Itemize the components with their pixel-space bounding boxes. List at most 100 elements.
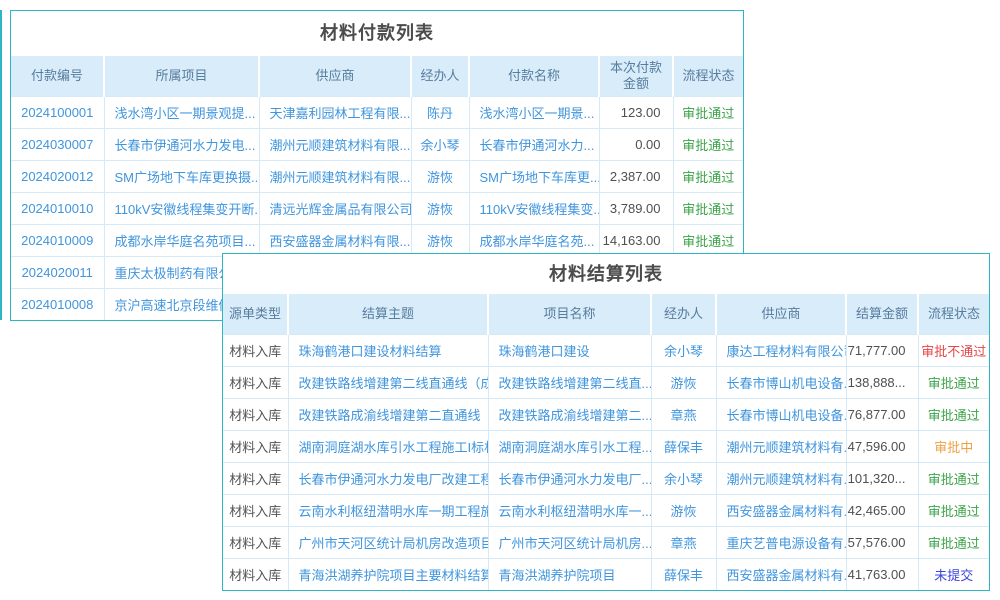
handler-cell[interactable]: 游恢 <box>411 224 469 256</box>
handler-cell[interactable]: 游恢 <box>651 366 716 398</box>
column-header-subject: 结算主题 <box>288 294 488 334</box>
status-cell: 审批通过 <box>673 224 743 256</box>
project-name-cell[interactable]: 长春市伊通河水力发电厂... <box>488 462 651 494</box>
project-name-cell[interactable]: 广州市天河区统计局机房... <box>488 526 651 558</box>
subject-cell[interactable]: 长春市伊通河水力发电厂改建工程... <box>288 462 488 494</box>
table-row: 材料入库 改建铁路成渝线增建第二直通线（... 改建铁路成渝线增建第二... 章… <box>223 398 989 430</box>
amount-cell: 71,777.00 <box>846 334 918 366</box>
payment-name-cell[interactable]: SM广场地下车库更... <box>469 160 599 192</box>
handler-cell[interactable]: 余小琴 <box>651 462 716 494</box>
project-cell[interactable]: 成都水岸华庭名苑项目... <box>104 224 259 256</box>
column-header-supplier: 供应商 <box>259 56 411 96</box>
supplier-cell[interactable]: 天津嘉利园林工程有限... <box>259 96 411 128</box>
amount-cell: 41,763.00 <box>846 558 918 590</box>
payment-id-cell[interactable]: 2024010010 <box>11 192 104 224</box>
handler-cell[interactable]: 余小琴 <box>651 334 716 366</box>
handler-cell[interactable]: 游恢 <box>651 494 716 526</box>
project-name-cell[interactable]: 改建铁路成渝线增建第二... <box>488 398 651 430</box>
subject-cell[interactable]: 云南水利枢纽潜明水库一期工程施... <box>288 494 488 526</box>
supplier-cell[interactable]: 长春市博山机电设备... <box>716 398 846 430</box>
handler-cell[interactable]: 余小琴 <box>411 128 469 160</box>
source-type-cell: 材料入库 <box>223 494 288 526</box>
source-type-cell: 材料入库 <box>223 366 288 398</box>
subject-cell[interactable]: 广州市天河区统计局机房改造项目... <box>288 526 488 558</box>
settlement-header-row: 源单类型 结算主题 项目名称 经办人 供应商 结算金额 流程状态 <box>223 294 989 334</box>
supplier-cell[interactable]: 西安盛器金属材料有限... <box>259 224 411 256</box>
payment-id-cell[interactable]: 2024100001 <box>11 96 104 128</box>
table-row: 材料入库 改建铁路线增建第二线直通线（成... 改建铁路线增建第二线直... 游… <box>223 366 989 398</box>
table-row: 材料入库 青海洪湖养护院项目主要材料结算 青海洪湖养护院项目 薛保丰 西安盛器金… <box>223 558 989 590</box>
background-table-edge <box>0 10 2 320</box>
subject-cell[interactable]: 青海洪湖养护院项目主要材料结算 <box>288 558 488 590</box>
payment-id-cell[interactable]: 2024020011 <box>11 256 104 288</box>
handler-cell[interactable]: 游恢 <box>411 160 469 192</box>
supplier-cell[interactable]: 重庆艺普电源设备有... <box>716 526 846 558</box>
table-row: 2024020012 SM广场地下车库更换摄... 潮州元顺建筑材料有限... … <box>11 160 743 192</box>
project-cell[interactable]: 浅水湾小区一期景观提... <box>104 96 259 128</box>
subject-cell[interactable]: 改建铁路成渝线增建第二直通线（... <box>288 398 488 430</box>
settlement-table: 源单类型 结算主题 项目名称 经办人 供应商 结算金额 流程状态 材料入库 珠海… <box>223 294 989 590</box>
handler-cell[interactable]: 陈丹 <box>411 96 469 128</box>
amount-cell: 138,888... <box>846 366 918 398</box>
project-name-cell[interactable]: 改建铁路线增建第二线直... <box>488 366 651 398</box>
source-type-cell: 材料入库 <box>223 526 288 558</box>
subject-cell[interactable]: 改建铁路线增建第二线直通线（成... <box>288 366 488 398</box>
subject-cell[interactable]: 珠海鹤港口建设材料结算 <box>288 334 488 366</box>
payment-name-cell[interactable]: 110kV安徽线程集变... <box>469 192 599 224</box>
column-header-status: 流程状态 <box>918 294 989 334</box>
table-row: 材料入库 湖南洞庭湖水库引水工程施工I标材... 湖南洞庭湖水库引水工程... … <box>223 430 989 462</box>
amount-cell: 101,320... <box>846 462 918 494</box>
settlement-list-panel: 材料结算列表 源单类型 结算主题 项目名称 经办人 供应商 结算金额 流程状态 … <box>222 253 990 591</box>
supplier-cell[interactable]: 潮州元顺建筑材料有限... <box>259 160 411 192</box>
supplier-cell[interactable]: 西安盛器金属材料有... <box>716 558 846 590</box>
handler-cell[interactable]: 章燕 <box>651 526 716 558</box>
supplier-cell[interactable]: 潮州元顺建筑材料有... <box>716 462 846 494</box>
supplier-cell[interactable]: 潮州元顺建筑材料有... <box>716 430 846 462</box>
status-cell: 审批不通过 <box>918 334 989 366</box>
supplier-cell[interactable]: 潮州元顺建筑材料有限... <box>259 128 411 160</box>
amount-cell: 123.00 <box>599 96 673 128</box>
payment-name-cell[interactable]: 成都水岸华庭名苑... <box>469 224 599 256</box>
status-cell: 审批通过 <box>673 96 743 128</box>
payment-list-title: 材料付款列表 <box>11 11 743 56</box>
amount-cell: 2,387.00 <box>599 160 673 192</box>
supplier-cell[interactable]: 清远光辉金属品有限公司 <box>259 192 411 224</box>
project-name-cell[interactable]: 珠海鹤港口建设 <box>488 334 651 366</box>
source-type-cell: 材料入库 <box>223 558 288 590</box>
project-cell[interactable]: 长春市伊通河水力发电... <box>104 128 259 160</box>
supplier-cell[interactable]: 长春市博山机电设备... <box>716 366 846 398</box>
project-cell[interactable]: 110kV安徽线程集变开断... <box>104 192 259 224</box>
payment-id-cell[interactable]: 2024030007 <box>11 128 104 160</box>
payment-id-cell[interactable]: 2024010009 <box>11 224 104 256</box>
payment-id-cell[interactable]: 2024020012 <box>11 160 104 192</box>
payment-id-cell[interactable]: 2024010008 <box>11 288 104 320</box>
column-header-project: 所属项目 <box>104 56 259 96</box>
handler-cell[interactable]: 章燕 <box>651 398 716 430</box>
status-cell: 审批通过 <box>918 398 989 430</box>
status-cell: 审批中 <box>918 430 989 462</box>
handler-cell[interactable]: 薛保丰 <box>651 558 716 590</box>
column-header-handler: 经办人 <box>411 56 469 96</box>
amount-cell: 0.00 <box>599 128 673 160</box>
payment-name-cell[interactable]: 长春市伊通河水力... <box>469 128 599 160</box>
source-type-cell: 材料入库 <box>223 430 288 462</box>
payment-name-cell[interactable]: 浅水湾小区一期景... <box>469 96 599 128</box>
column-header-source-type: 源单类型 <box>223 294 288 334</box>
handler-cell[interactable]: 薛保丰 <box>651 430 716 462</box>
table-row: 2024010009 成都水岸华庭名苑项目... 西安盛器金属材料有限... 游… <box>11 224 743 256</box>
source-type-cell: 材料入库 <box>223 334 288 366</box>
status-cell: 审批通过 <box>918 494 989 526</box>
supplier-cell[interactable]: 西安盛器金属材料有... <box>716 494 846 526</box>
amount-cell: 57,576.00 <box>846 526 918 558</box>
amount-cell: 3,789.00 <box>599 192 673 224</box>
project-name-cell[interactable]: 青海洪湖养护院项目 <box>488 558 651 590</box>
table-row: 2024030007 长春市伊通河水力发电... 潮州元顺建筑材料有限... 余… <box>11 128 743 160</box>
supplier-cell[interactable]: 康达工程材料有限公司 <box>716 334 846 366</box>
project-name-cell[interactable]: 湖南洞庭湖水库引水工程... <box>488 430 651 462</box>
handler-cell[interactable]: 游恢 <box>411 192 469 224</box>
project-name-cell[interactable]: 云南水利枢纽潜明水库一... <box>488 494 651 526</box>
subject-cell[interactable]: 湖南洞庭湖水库引水工程施工I标材... <box>288 430 488 462</box>
amount-cell: 47,596.00 <box>846 430 918 462</box>
column-header-payment-name: 付款名称 <box>469 56 599 96</box>
project-cell[interactable]: SM广场地下车库更换摄... <box>104 160 259 192</box>
